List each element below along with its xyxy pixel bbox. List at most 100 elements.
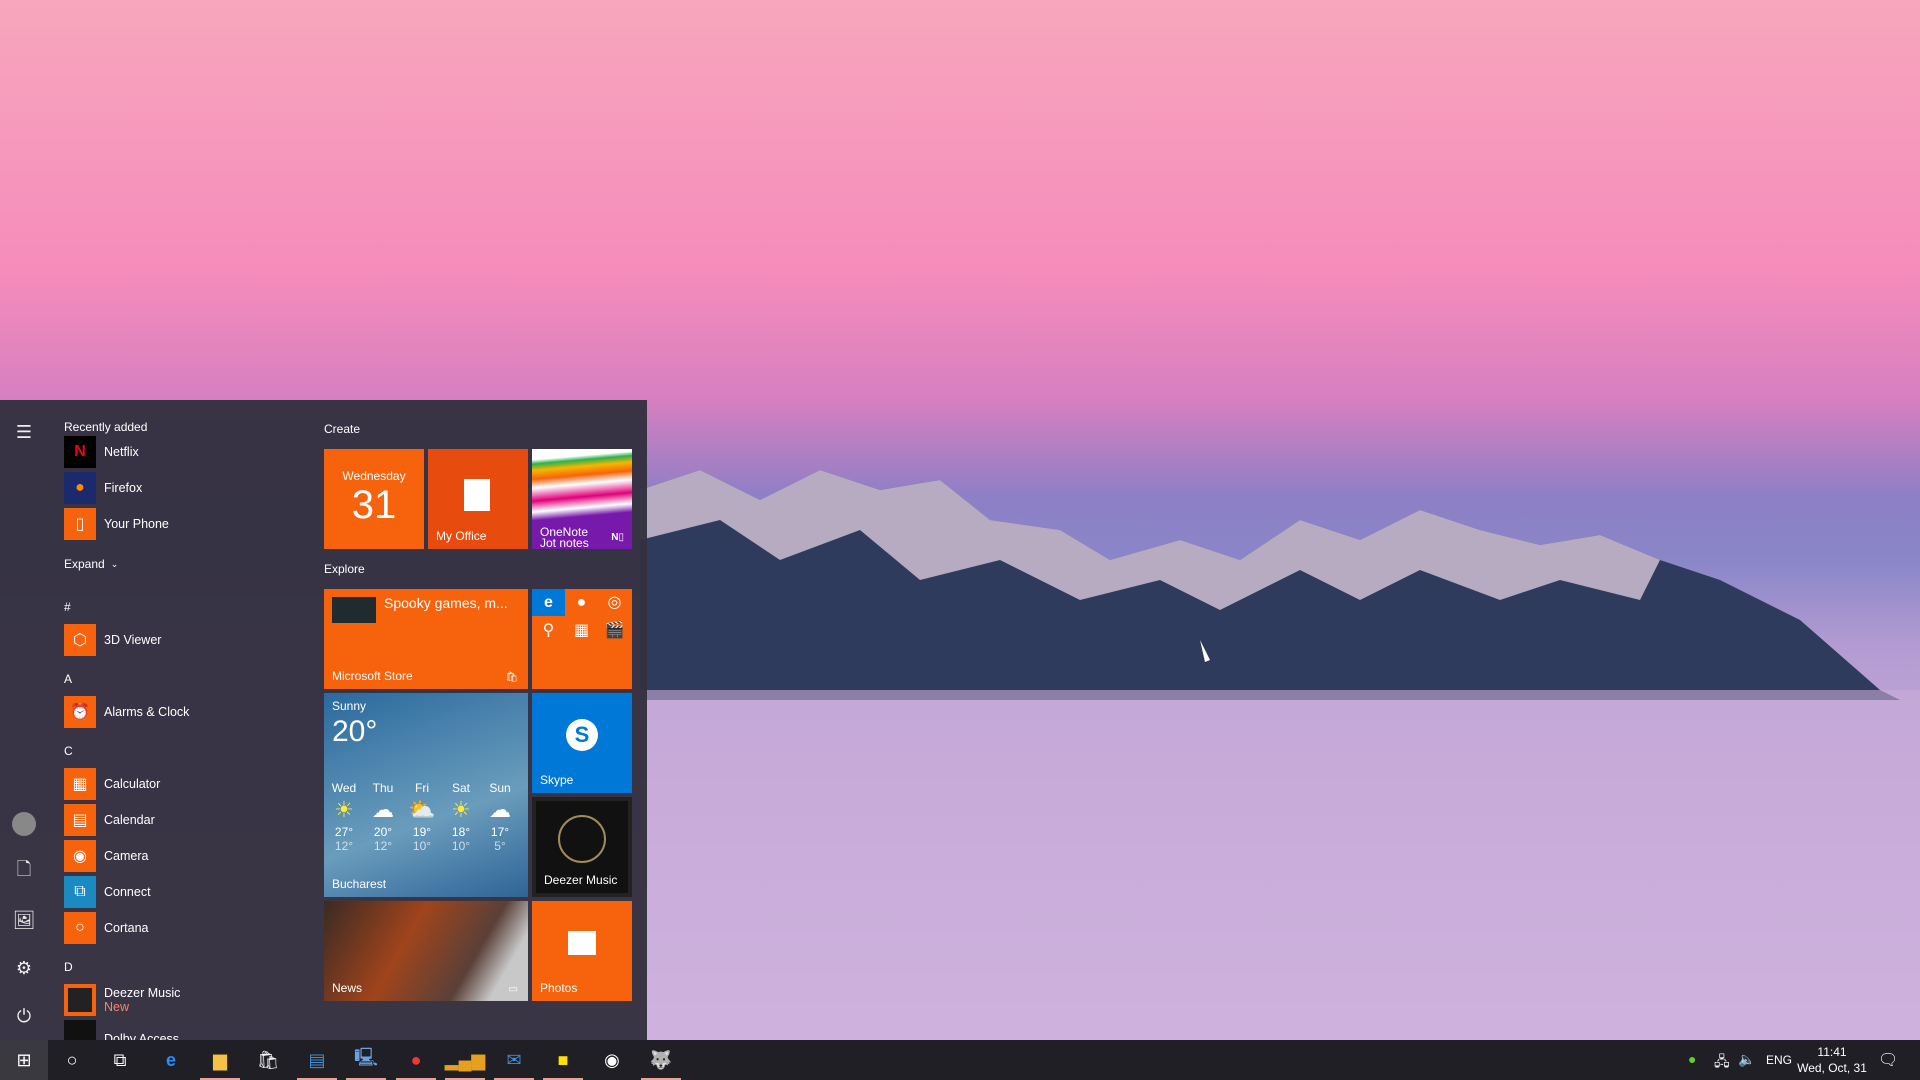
taskbar-file-explorer[interactable]: ▆ (196, 1040, 244, 1080)
expand-button[interactable]: Expand ⌄ (64, 554, 118, 574)
taskbar-deezer[interactable]: ▂▄▆ (441, 1040, 489, 1080)
taskbar-sticky-notes[interactable]: ■ (539, 1040, 587, 1080)
photos-tile[interactable]: Photos (532, 901, 632, 1001)
cortana-icon: ○ (64, 912, 96, 944)
app-3d-viewer[interactable]: ⬡ 3D Viewer (64, 624, 161, 656)
connect-icon: ⧉ (64, 876, 96, 908)
onenote-icon: N▯ (611, 532, 624, 543)
document-icon: ▤ (308, 1049, 326, 1070)
camera-icon: ◉ (64, 840, 96, 872)
calendar-icon: ▤ (64, 804, 96, 836)
task-view-button[interactable]: ⧉ (96, 1040, 144, 1080)
taskbar-store[interactable]: 🛍 (244, 1040, 292, 1080)
cloud-icon: ☁ (372, 797, 394, 822)
app-alarms-clock[interactable]: ⏰ Alarms & Clock (64, 696, 189, 728)
chevron-down-icon: ⌄ (110, 558, 119, 569)
forecast-day: Fri ⛅ 19° 10° (406, 781, 438, 853)
thunderbird-icon: ✉ (506, 1049, 522, 1070)
keyhole-icon: ◉ (604, 1049, 620, 1070)
group-header[interactable]: C (64, 744, 73, 758)
language-indicator[interactable]: ENG (1766, 1053, 1792, 1067)
taskbar-remote-desktop[interactable]: 🖳 (342, 1040, 390, 1080)
my-office-tile[interactable]: My Office (428, 449, 528, 549)
calendar-tile[interactable]: Wednesday 31 (324, 449, 424, 549)
app-your-phone[interactable]: ▯ Your Phone (64, 508, 169, 540)
app-camera[interactable]: ◉ Camera (64, 840, 148, 872)
group-header[interactable]: # (64, 600, 71, 614)
equalizer-icon: ▂▄▆ (444, 1049, 486, 1070)
clock[interactable]: 11:41 Wed, Oct, 31 (1796, 1044, 1868, 1076)
app-dolby-access[interactable]: Dolby Access (64, 1020, 179, 1040)
skype-tile[interactable]: S Skype (532, 693, 632, 793)
paint3d-icon[interactable]: ● (565, 589, 598, 616)
phone-icon: ▯ (64, 508, 96, 540)
app-cortana[interactable]: ○ Cortana (64, 912, 148, 944)
deezer-icon (64, 984, 96, 1016)
recently-added-header: Recently added (64, 420, 148, 434)
app-calculator[interactable]: ▦ Calculator (64, 768, 160, 800)
cloud-icon: ☁ (489, 797, 511, 822)
compass-artwork-icon (558, 815, 606, 863)
deezer-tile[interactable]: Deezer Music (532, 797, 632, 897)
create-group-label: Create (324, 422, 361, 436)
sun-icon: ☀ (451, 797, 471, 822)
calculator-icon[interactable]: ▦ (565, 616, 598, 646)
store-bag-icon: 🛍 (505, 672, 518, 683)
app-firefox[interactable]: ● Firefox (64, 472, 142, 504)
taskbar-libreoffice-writer[interactable]: ▤ (293, 1040, 341, 1080)
forecast-day: Thu ☁ 20° 12° (367, 781, 399, 853)
search-circle-icon: ○ (66, 1049, 78, 1070)
taskbar: ⊞ ○ ⧉ e ▆ 🛍 ▤ 🖳 ● ▂▄▆ ✉ ■ ◉ 🐺 ● 🖧 🔈 ENG … (0, 1040, 1920, 1080)
power-icon[interactable]: ⏻ (12, 1004, 36, 1028)
onenote-tile[interactable]: OneNote Jot notes N▯ (532, 449, 632, 549)
app-deezer-music[interactable]: Deezer Music New (64, 984, 180, 1016)
sticky-note-icon: ■ (557, 1049, 569, 1070)
news-tile[interactable]: News ▭ (324, 901, 528, 1001)
start-rail: ☰ 🗋 🖼 ⚙ ⏻ (0, 400, 48, 1040)
groove-icon[interactable]: ◎ (598, 589, 631, 616)
start-button[interactable]: ⊞ (0, 1040, 48, 1080)
edge-icon[interactable]: e (532, 589, 565, 616)
app-folder-tile[interactable]: e ● ◎ ⚲ ▦ 🎬 (532, 589, 632, 689)
store-icon: 🛍 (256, 1049, 280, 1070)
cube-icon: ⬡ (64, 624, 96, 656)
app-calendar[interactable]: ▤ Calendar (64, 804, 155, 836)
hamburger-menu-icon[interactable]: ☰ (12, 420, 36, 444)
settings-gear-icon[interactable]: ⚙ (12, 956, 36, 980)
new-badge: New (104, 1000, 130, 1014)
security-status-icon[interactable]: ● (1688, 1051, 1696, 1067)
netflix-icon: N (64, 436, 96, 468)
microsoft-store-tile[interactable]: Spooky games, m... Microsoft Store 🛍 (324, 589, 528, 689)
taskbar-thunderbird[interactable]: ✉ (490, 1040, 538, 1080)
calculator-icon: ▦ (64, 768, 96, 800)
taskbar-gimp[interactable]: 🐺 (637, 1040, 685, 1080)
movies-icon[interactable]: 🎬 (598, 616, 631, 646)
weather-tile[interactable]: Sunny 20° Wed ☀ 27° 12° Thu ☁ 20° 12° Fri ⛅ 19° 10°… (324, 693, 528, 897)
folder-icon: ▆ (213, 1049, 227, 1070)
action-center-icon[interactable]: 🗨 (1878, 1050, 1898, 1070)
cortana-search-button[interactable]: ○ (48, 1040, 96, 1080)
user-avatar[interactable] (12, 812, 36, 836)
taskbar-app-keyhole[interactable]: ◉ (588, 1040, 636, 1080)
network-icon[interactable]: 🖧 (1714, 1051, 1730, 1075)
pictures-icon[interactable]: 🖼 (12, 908, 36, 932)
app-connect[interactable]: ⧉ Connect (64, 876, 151, 908)
edge-icon: e (165, 1049, 176, 1070)
vivaldi-icon: ● (410, 1049, 422, 1070)
store-promo-image (332, 597, 376, 623)
app-netflix[interactable]: N Netflix (64, 436, 139, 468)
windows-logo-icon: ⊞ (16, 1049, 32, 1070)
taskbar-edge[interactable]: e (147, 1040, 195, 1080)
forecast-day: Wed ☀ 27° 12° (328, 781, 360, 853)
skype-icon: S (566, 719, 598, 751)
volume-icon[interactable]: 🔈 (1738, 1051, 1755, 1068)
documents-icon[interactable]: 🗋 (12, 859, 36, 884)
sun-icon: ☀ (334, 797, 354, 822)
maps-icon[interactable]: ⚲ (532, 616, 565, 646)
remote-desktop-icon: 🖳 (353, 1047, 378, 1067)
photos-icon (568, 931, 596, 955)
task-view-icon: ⧉ (113, 1049, 127, 1070)
taskbar-vivaldi[interactable]: ● (392, 1040, 440, 1080)
group-header[interactable]: D (64, 960, 73, 974)
group-header[interactable]: A (64, 672, 72, 686)
